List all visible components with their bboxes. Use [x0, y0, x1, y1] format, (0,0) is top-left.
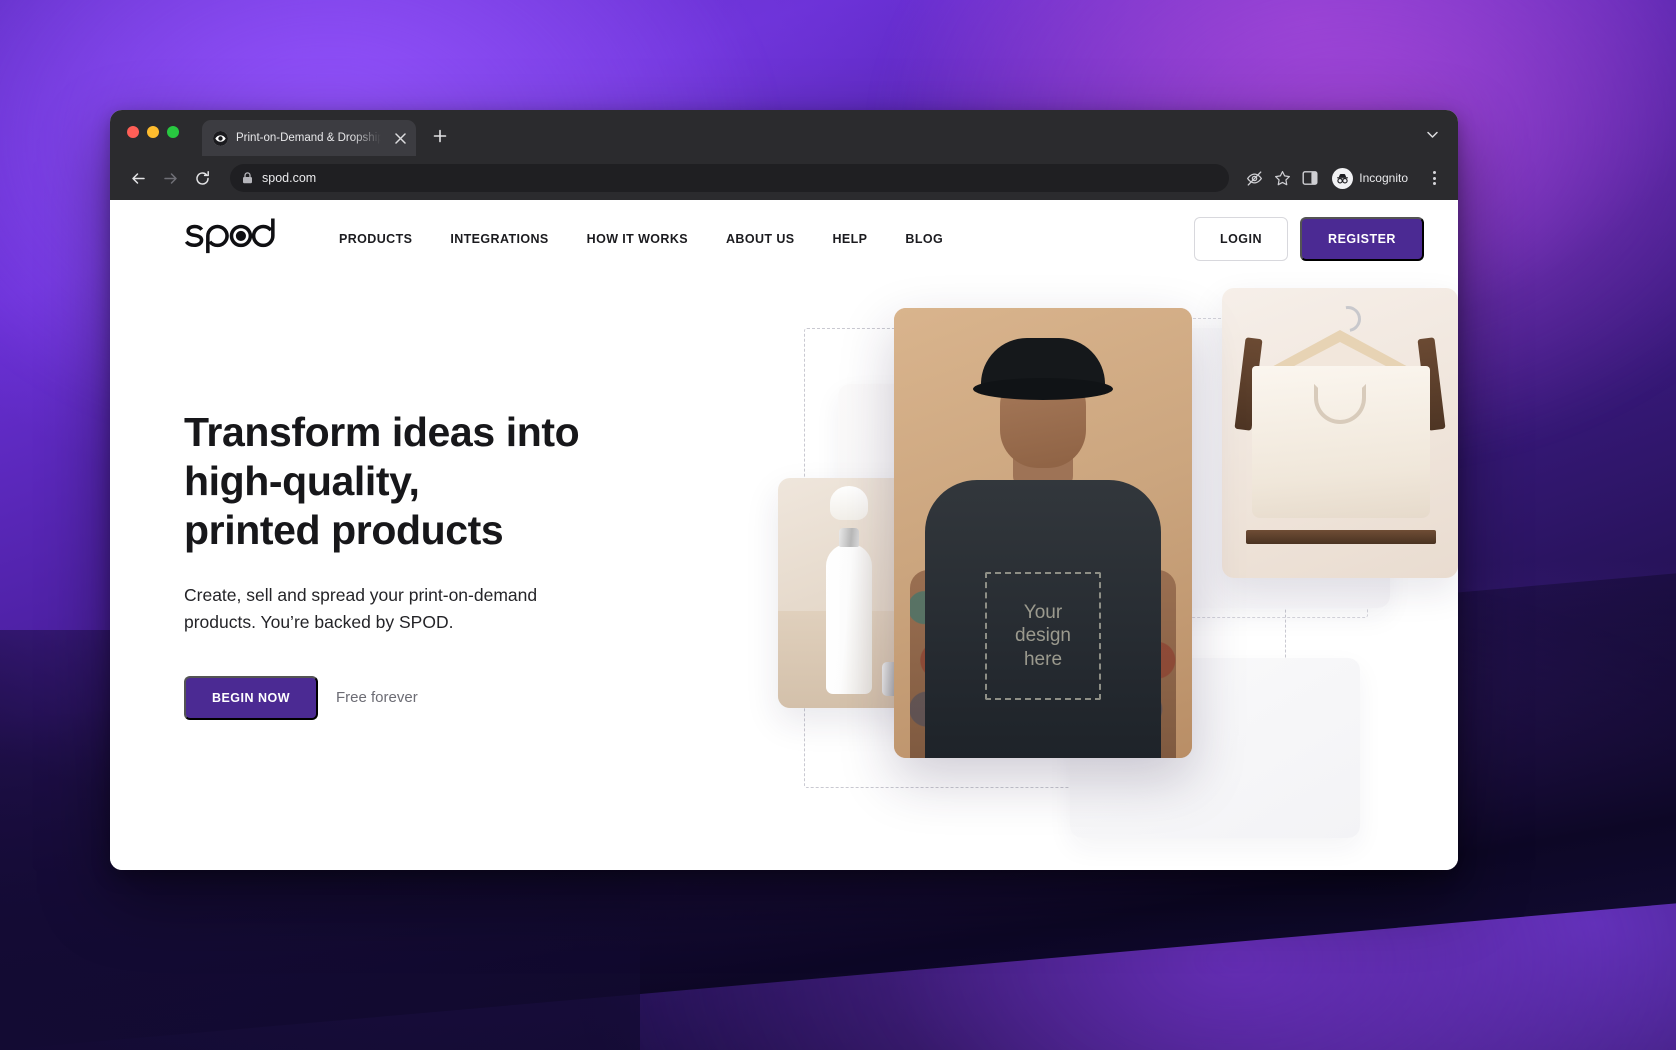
browser-tab-title: Print-on-Demand & Dropshipping [236, 132, 384, 144]
maximize-window-button[interactable] [167, 126, 179, 138]
web-page-content: PRODUCTS INTEGRATIONS HOW IT WORKS ABOUT… [110, 200, 1458, 870]
browser-toolbar: spod.com Incognito [110, 156, 1458, 200]
profile-label: Incognito [1359, 171, 1408, 185]
browser-tab[interactable]: Print-on-Demand & Dropshipping [202, 120, 416, 156]
close-window-button[interactable] [127, 126, 139, 138]
site-header: PRODUCTS INTEGRATIONS HOW IT WORKS ABOUT… [110, 200, 1458, 278]
browser-window: Print-on-Demand & Dropshipping [110, 110, 1458, 870]
model-tshirt-photo: Your design here [894, 308, 1192, 758]
hero-copy: Transform ideas into high-quality, print… [110, 278, 750, 870]
nav-item-how-it-works[interactable]: HOW IT WORKS [568, 232, 707, 246]
bottle-shape [826, 528, 872, 694]
close-tab-icon[interactable] [392, 130, 408, 146]
kebab-menu-icon[interactable] [1422, 165, 1446, 191]
cta-note: Free forever [336, 689, 418, 707]
forward-arrow-icon[interactable] [156, 164, 184, 192]
hero-product-collage: Your design here [770, 278, 1458, 870]
design-area-placeholder: Your design here [985, 572, 1101, 700]
register-button[interactable]: REGISTER [1300, 217, 1424, 261]
nav-item-about-us[interactable]: ABOUT US [707, 232, 813, 246]
tote-base [1246, 530, 1436, 544]
bucket-hat [973, 338, 1113, 400]
back-arrow-icon[interactable] [124, 164, 152, 192]
nav-item-integrations[interactable]: INTEGRATIONS [431, 232, 567, 246]
tab-search-chevron-icon[interactable] [1420, 122, 1444, 146]
window-traffic-lights [127, 126, 179, 138]
minimize-window-button[interactable] [147, 126, 159, 138]
browser-tab-strip: Print-on-Demand & Dropshipping [110, 110, 1458, 156]
toolbar-actions: Incognito [1241, 165, 1446, 191]
incognito-avatar-icon [1332, 167, 1354, 189]
bottle-neck [830, 486, 868, 520]
desktop-wallpaper: Print-on-Demand & Dropshipping [0, 0, 1676, 1050]
header-actions: LOGIN REGISTER [1194, 217, 1424, 261]
spod-logo[interactable] [184, 217, 284, 262]
site-navigation: PRODUCTS INTEGRATIONS HOW IT WORKS ABOUT… [320, 232, 1194, 246]
design-placeholder-text: Your design here [1015, 602, 1071, 670]
spod-eye-favicon [213, 130, 228, 146]
nav-item-blog[interactable]: BLOG [886, 232, 962, 246]
hero-title: Transform ideas into high-quality, print… [184, 409, 580, 554]
side-panel-icon[interactable] [1297, 165, 1323, 191]
nav-item-help[interactable]: HELP [813, 232, 886, 246]
login-button[interactable]: LOGIN [1194, 217, 1288, 261]
tote-bag-on-hanger-photo [1222, 288, 1458, 578]
hero-cta-row: BEGIN NOW Free forever [184, 675, 750, 720]
hero-section: Transform ideas into high-quality, print… [110, 278, 1458, 870]
address-bar[interactable]: spod.com [230, 164, 1230, 192]
star-icon[interactable] [1269, 165, 1295, 191]
reload-icon[interactable] [188, 164, 216, 192]
address-bar-url: spod.com [262, 171, 317, 185]
new-tab-button[interactable] [428, 124, 452, 148]
eye-slash-icon[interactable] [1241, 165, 1267, 191]
hero-subtitle: Create, sell and spread your print-on-de… [184, 584, 538, 632]
begin-now-button[interactable]: BEGIN NOW [184, 675, 318, 720]
nav-item-products[interactable]: PRODUCTS [320, 232, 431, 246]
profile-incognito-button[interactable]: Incognito [1329, 165, 1418, 191]
lock-icon [242, 172, 253, 184]
